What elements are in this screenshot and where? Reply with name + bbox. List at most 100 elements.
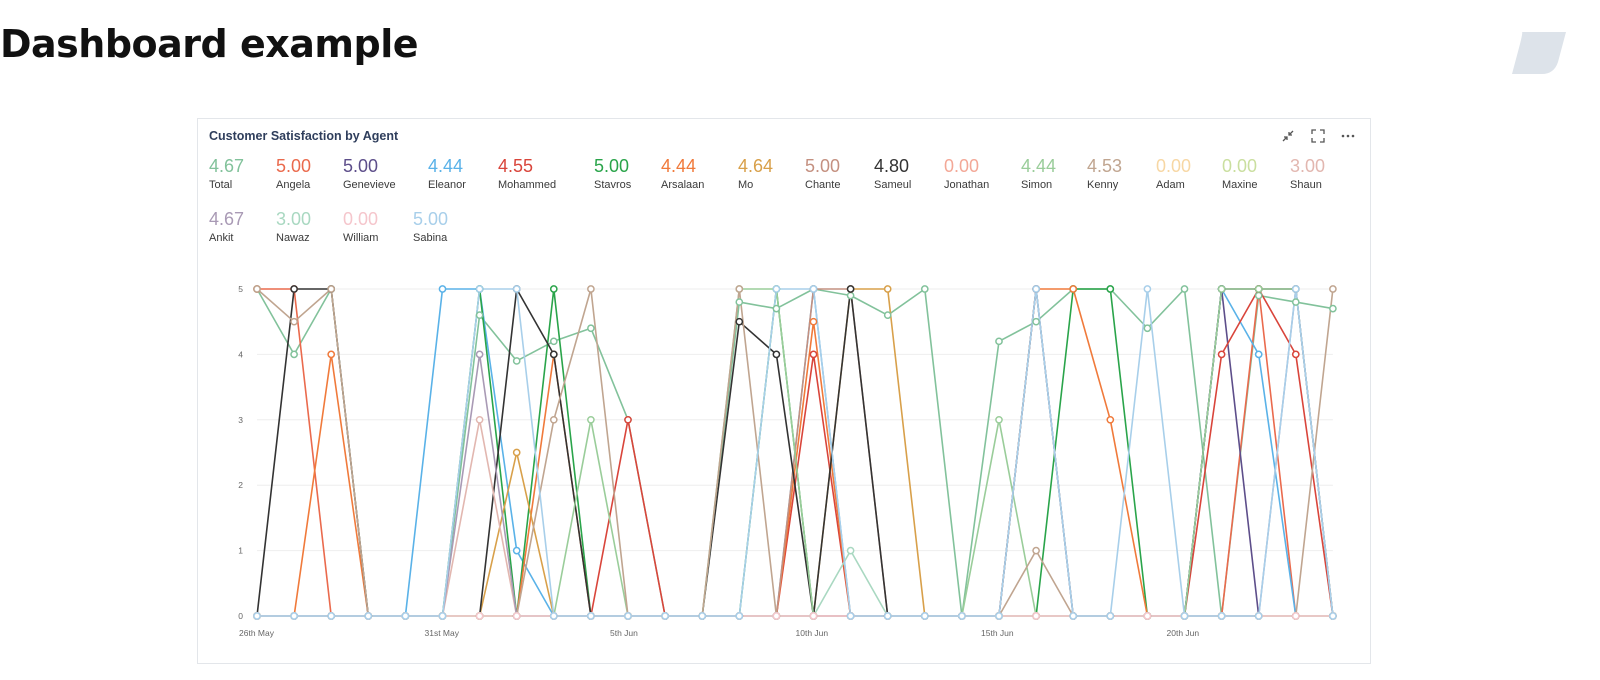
- data-point-sabina: [1069, 612, 1078, 620]
- data-point-kenny: [253, 285, 261, 293]
- stat-arsalaan: 4.44 Arsalaan: [661, 155, 727, 191]
- data-point-sameul: [290, 285, 298, 293]
- x-tick-label: 5th Jun: [610, 628, 638, 638]
- data-point-shaun: [475, 415, 484, 424]
- data-point-sabina: [624, 612, 632, 620]
- y-tick-label: 0: [238, 611, 243, 621]
- stat-mohammed: 4.55 Mohammed: [498, 155, 564, 191]
- stat-maxine: 0.00 Maxine: [1222, 155, 1288, 191]
- data-point-total: [883, 311, 892, 320]
- series-line-nawaz: [257, 549, 1333, 617]
- page-title: Dashboard example: [0, 22, 419, 66]
- data-point-total: [1254, 291, 1263, 300]
- stat-jonathan: 0.00 Jonathan: [944, 155, 1010, 191]
- stat-value: 4.67: [209, 209, 245, 229]
- data-point-sabina: [327, 612, 336, 620]
- stat-label: Eleanor: [428, 179, 466, 191]
- data-point-kenny: [1329, 285, 1337, 293]
- data-point-sabina: [401, 612, 410, 620]
- data-point-sabina: [438, 612, 447, 620]
- stat-label: Total: [209, 179, 233, 191]
- y-tick-label: 1: [238, 546, 243, 556]
- stat-stavros: 5.00 Stavros: [594, 155, 660, 191]
- stat-angela: 5.00 Angela: [276, 155, 342, 191]
- data-point-mohammed: [624, 415, 632, 424]
- data-point-william: [1032, 612, 1040, 620]
- stat-value: 5.00: [805, 156, 841, 176]
- stat-value: 0.00: [1222, 156, 1258, 176]
- x-tick-label: 15th Jun: [981, 628, 1014, 638]
- data-point-total: [1032, 317, 1040, 326]
- data-point-sabina: [1143, 285, 1152, 293]
- data-point-sabina: [475, 285, 484, 293]
- stat-value: 4.80: [874, 156, 910, 176]
- data-point-total: [290, 350, 298, 359]
- data-point-sabina: [512, 285, 521, 293]
- stat-value: 0.00: [1156, 156, 1192, 176]
- stat-label: Simon: [1021, 179, 1053, 191]
- y-tick-label: 2: [238, 480, 243, 490]
- data-point-mohammed: [1291, 350, 1300, 359]
- data-point-sabina: [846, 612, 855, 620]
- stat-nawaz: 3.00 Nawaz: [276, 208, 342, 244]
- data-point-sameul: [735, 317, 744, 326]
- data-point-mohammed: [809, 350, 818, 359]
- stat-value: 4.44: [661, 156, 697, 176]
- data-point-sabina: [772, 285, 781, 293]
- data-point-total: [846, 291, 855, 300]
- data-point-kenny: [327, 285, 336, 293]
- y-tick-label: 3: [238, 415, 243, 425]
- data-point-sabina: [883, 612, 892, 620]
- data-point-sabina: [1291, 285, 1300, 293]
- data-point-mo: [883, 285, 892, 293]
- stat-label: Adam: [1156, 179, 1185, 191]
- data-point-arsalaan: [809, 317, 818, 326]
- data-point-sabina: [698, 612, 707, 620]
- data-point-william: [1291, 612, 1300, 620]
- data-point-mo: [512, 448, 521, 457]
- data-point-simon: [1254, 285, 1263, 293]
- data-point-sabina: [1329, 612, 1337, 620]
- data-point-kenny: [549, 415, 558, 424]
- x-tick-label: 20th Jun: [1167, 628, 1200, 638]
- collapse-icon[interactable]: [1280, 128, 1296, 144]
- data-point-sabina: [253, 612, 261, 620]
- fullscreen-icon[interactable]: [1310, 128, 1326, 144]
- data-point-sabina: [587, 612, 595, 620]
- data-point-arsalaan: [1069, 285, 1078, 293]
- stat-label: Stavros: [594, 179, 632, 191]
- data-point-sabina: [995, 612, 1003, 620]
- stat-label: Jonathan: [944, 179, 990, 191]
- more-icon[interactable]: [1340, 128, 1356, 144]
- data-point-sabina: [735, 612, 744, 620]
- stat-value: 4.67: [209, 156, 245, 176]
- data-point-total: [1329, 304, 1337, 313]
- data-point-eleanor: [1254, 350, 1263, 359]
- y-tick-label: 5: [238, 284, 243, 294]
- stat-sabina: 5.00 Sabina: [413, 208, 479, 244]
- stat-william: 0.00 William: [343, 208, 409, 244]
- stat-ankit: 4.67 Ankit: [209, 208, 275, 244]
- line-chart: 0 1 2 3 4 5 26th May 31st May 5th Jun 10th Jun 15t…: [238, 284, 1337, 638]
- stat-simon: 4.44 Simon: [1021, 155, 1087, 191]
- data-point-sabina: [364, 612, 373, 620]
- stat-value: 5.00: [343, 156, 379, 176]
- data-point-total: [475, 311, 484, 320]
- stat-value: 3.00: [276, 209, 312, 229]
- data-point-sabina: [958, 612, 966, 620]
- data-point-william: [772, 612, 781, 620]
- stat-value: 4.64: [738, 156, 774, 176]
- data-point-sabina: [1254, 612, 1263, 620]
- stat-kenny: 4.53 Kenny: [1087, 155, 1153, 191]
- stat-adam: 0.00 Adam: [1156, 155, 1222, 191]
- stat-value: 4.55: [498, 156, 534, 176]
- stat-label: Genevieve: [343, 179, 396, 191]
- data-point-sabina: [1180, 612, 1189, 620]
- data-point-sabina: [290, 612, 298, 620]
- data-point-ankit: [475, 350, 484, 359]
- data-point-total: [995, 337, 1003, 346]
- stat-label: Chante: [805, 179, 841, 191]
- data-point-william: [1143, 612, 1152, 620]
- stat-eleanor: 4.44 Eleanor: [428, 155, 494, 191]
- data-point-sabina: [661, 612, 669, 620]
